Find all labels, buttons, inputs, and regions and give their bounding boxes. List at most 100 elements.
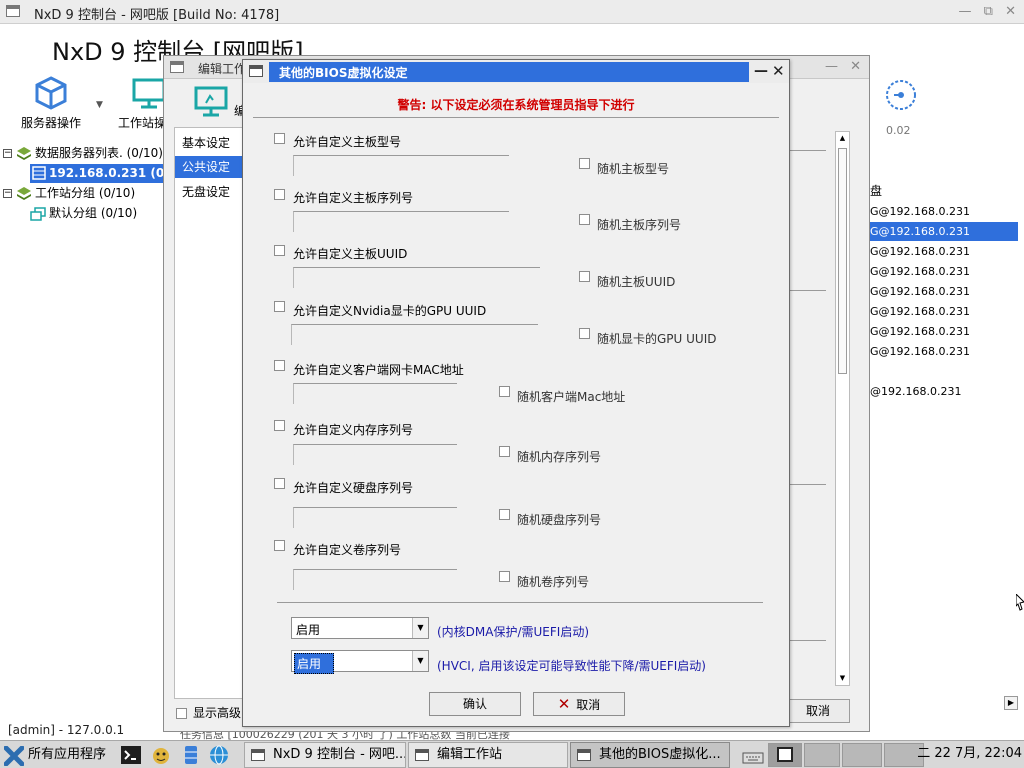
checkbox[interactable] [274, 540, 285, 551]
mac-address-field[interactable] [293, 383, 457, 404]
list-item[interactable]: G@192.168.0.231 [868, 342, 1018, 361]
database-icon[interactable] [180, 744, 202, 766]
checkbox[interactable] [274, 420, 285, 431]
list-item[interactable]: G@192.168.0.231 [868, 242, 1018, 261]
board-serial-field[interactable] [293, 211, 509, 232]
checkbox[interactable] [274, 478, 285, 489]
window-controls[interactable]: — ⧉ ✕ [959, 4, 1020, 19]
window-icon [415, 749, 429, 761]
dma-protection-note: (内核DMA保护/需UEFI启动) [437, 625, 590, 639]
option-label: 允许自定义客户端网卡MAC地址 [293, 363, 464, 377]
confirm-button[interactable]: 确认 [429, 692, 521, 716]
checkbox[interactable] [499, 509, 510, 520]
workspace-3[interactable] [842, 743, 882, 767]
chevron-down-icon[interactable]: ▼ [412, 618, 428, 638]
checkbox[interactable] [176, 708, 187, 719]
server-ops-button[interactable]: 服务器操作 [18, 76, 84, 131]
memory-serial-field[interactable] [293, 444, 457, 465]
keyboard-icon[interactable] [742, 747, 764, 768]
minimize-icon[interactable]: — [754, 63, 768, 79]
option-label: 允许自定义主板型号 [293, 135, 402, 149]
tree-item-server[interactable]: 192.168.0.231 (0/ [30, 164, 169, 183]
nav-public-settings[interactable]: 公共设定 [175, 156, 243, 178]
taskbar-item-edit-workstation[interactable]: 编辑工作站 [408, 742, 568, 768]
browser-icon[interactable] [208, 744, 230, 766]
option-label: 允许自定义主板序列号 [293, 191, 414, 205]
cancel-button[interactable]: ✕ 取消 [533, 692, 625, 716]
gauge-icon [886, 80, 916, 110]
close-icon[interactable]: ✕ [772, 62, 785, 80]
checkbox[interactable] [579, 271, 590, 282]
gauge-button[interactable] [882, 78, 920, 115]
show-advanced-label: 显示高级 [193, 706, 242, 720]
workspace-1[interactable] [768, 743, 802, 767]
taskbar-item-console[interactable]: NxD 9 控制台 - 网吧... [244, 742, 406, 768]
collapse-icon[interactable]: − [3, 149, 12, 158]
checkbox[interactable] [274, 133, 285, 144]
scroll-right-arrow[interactable]: ▶ [1004, 696, 1018, 710]
board-uuid-field[interactable] [293, 267, 540, 288]
scroll-up-arrow[interactable]: ▲ [836, 132, 849, 145]
random-label: 随机客户端Mac地址 [517, 390, 626, 404]
option-volume-serial: 允许自定义卷序列号 随机卷序列号 [257, 540, 777, 594]
option-disk-serial: 允许自定义硬盘序列号 随机硬盘序列号 [257, 478, 777, 536]
list-item[interactable]: @192.168.0.231 [868, 382, 1018, 401]
random-label: 随机显卡的GPU UUID [597, 332, 717, 346]
cancel-label: 取消 [576, 698, 601, 712]
list-item[interactable]: G@192.168.0.231 [868, 262, 1018, 281]
board-model-field[interactable] [293, 155, 509, 176]
checkbox[interactable] [499, 446, 510, 457]
collapse-icon[interactable]: − [3, 189, 12, 198]
hvci-select[interactable]: 启用 ▼ [291, 650, 429, 674]
checkbox[interactable] [579, 214, 590, 225]
list-item[interactable]: G@192.168.0.231 [868, 322, 1018, 341]
checkbox[interactable] [274, 245, 285, 256]
workspace-2[interactable] [804, 743, 840, 767]
checkbox[interactable] [274, 301, 285, 312]
option-memory-serial: 允许自定义内存序列号 随机内存序列号 [257, 420, 777, 478]
taskbar-item-title: 编辑工作站 [437, 747, 503, 762]
checkbox[interactable] [274, 360, 285, 371]
bios-dialog-titlebar[interactable]: 其他的BIOS虚拟化设定 — ✕ [243, 60, 789, 83]
list-item-selected[interactable]: G@192.168.0.231 [868, 222, 1018, 241]
edit-cancel-button[interactable]: 取消 [786, 699, 850, 723]
chevron-down-icon[interactable]: ▼ [412, 651, 428, 671]
dma-protection-select[interactable]: 启用 ▼ [291, 617, 429, 639]
show-advanced-checkbox[interactable]: 显示高级 [176, 704, 241, 721]
option-label: 允许自定义主板UUID [293, 247, 408, 261]
checkbox[interactable] [274, 189, 285, 200]
window-icon [170, 61, 184, 73]
list-item[interactable]: G@192.168.0.231 [868, 282, 1018, 301]
file-manager-icon[interactable] [150, 744, 172, 766]
volume-serial-field[interactable] [293, 569, 457, 590]
tree-label-servers: 数据服务器列表. (0/10) [35, 146, 163, 160]
scroll-down-arrow[interactable]: ▼ [836, 672, 849, 685]
window-controls[interactable]: — ✕ [825, 59, 865, 74]
terminal-icon[interactable] [120, 744, 142, 766]
list-item[interactable]: G@192.168.0.231 [868, 302, 1018, 321]
checkbox[interactable] [499, 571, 510, 582]
workstation-ops-button[interactable]: 工作站操 [118, 76, 166, 131]
checkbox[interactable] [579, 328, 590, 339]
divider [790, 150, 826, 151]
nav-diskless-settings[interactable]: 无盘设定 [175, 181, 243, 203]
warning-text: 警告: 以下设定必须在系统管理员指导下进行 [397, 98, 635, 112]
list-item[interactable]: G@192.168.0.231 [868, 202, 1018, 221]
taskbar-item-title: 其他的BIOS虚拟化... [599, 747, 721, 762]
option-mac-address: 允许自定义客户端网卡MAC地址 随机客户端Mac地址 [257, 360, 777, 418]
nav-basic-settings[interactable]: 基本设定 [175, 132, 243, 154]
start-menu-button[interactable]: 所有应用程序 [2, 743, 112, 767]
monitor-icon[interactable] [194, 84, 228, 118]
taskbar-item-bios[interactable]: 其他的BIOS虚拟化... [570, 742, 730, 768]
option-board-uuid: 允许自定义主板UUID 随机主板UUID [257, 244, 777, 302]
scroll-thumb[interactable] [838, 148, 847, 374]
disk-serial-field[interactable] [293, 507, 457, 528]
chevron-down-icon[interactable]: ▼ [96, 100, 103, 110]
checkbox[interactable] [579, 158, 590, 169]
checkbox[interactable] [499, 386, 510, 397]
layers-icon [17, 187, 31, 200]
window-icon [777, 747, 793, 762]
vertical-scrollbar[interactable]: ▲ ▼ [835, 131, 850, 686]
gauge-value: 0.02 [886, 124, 911, 137]
gpu-uuid-field[interactable] [291, 324, 538, 345]
